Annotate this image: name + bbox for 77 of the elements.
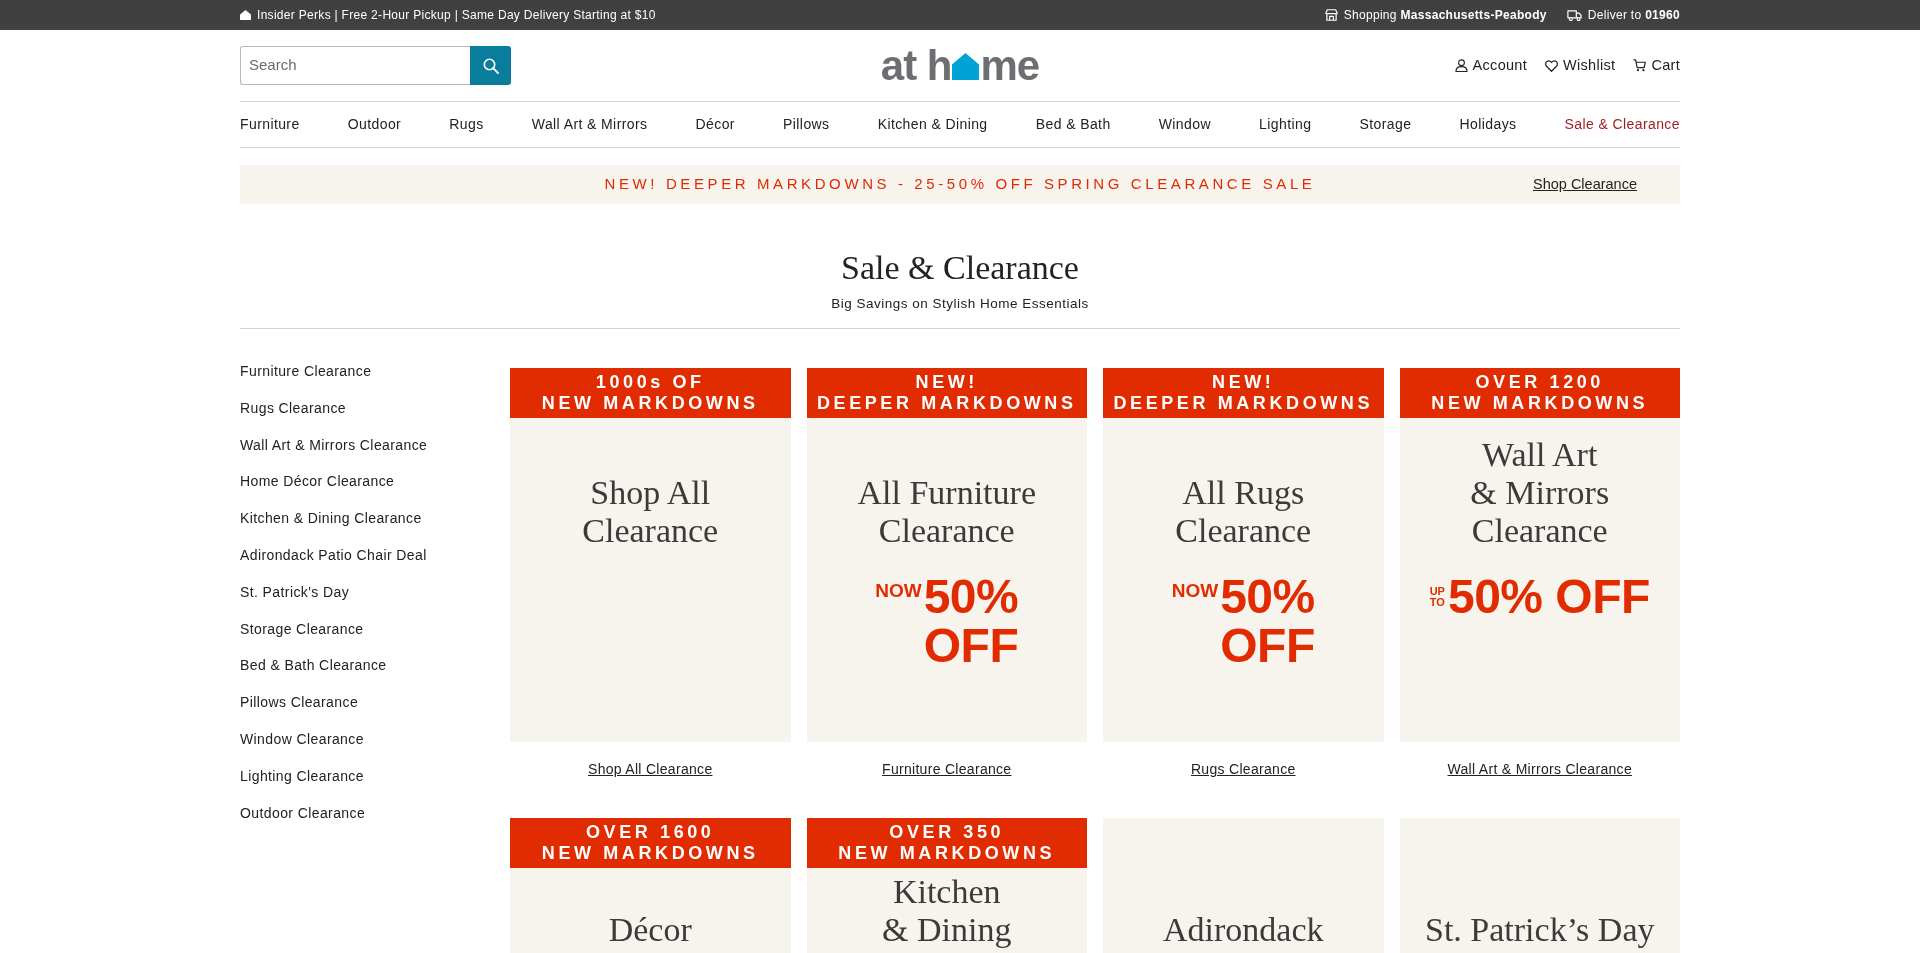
tile-title: Kitchen & Dining <box>882 873 1012 949</box>
search-button[interactable] <box>470 46 511 85</box>
cart-link[interactable]: Cart <box>1633 54 1680 77</box>
tile-title: All Rugs Clearance <box>1175 474 1312 550</box>
tile-title: St. Patrick’s Day <box>1425 911 1655 949</box>
offer-amount: 50% OFF <box>1220 572 1315 670</box>
promo-tile[interactable]: Adirondack <box>1103 818 1384 953</box>
sidebar-link[interactable]: Furniture Clearance <box>240 361 372 381</box>
nav-link[interactable]: Kitchen & Dining <box>877 114 988 135</box>
offer-amount: 50% OFF <box>923 572 1019 670</box>
tile-title: Wall Art & Mirrors Clearance <box>1470 436 1610 550</box>
nav-link[interactable]: Lighting <box>1259 114 1312 135</box>
house-icon <box>240 10 251 20</box>
offer-prefix: NOW <box>875 581 922 601</box>
tile-link[interactable]: Shop All Clearance <box>588 759 713 779</box>
tile-link[interactable]: Rugs Clearance <box>1190 759 1296 779</box>
truck-icon <box>1566 9 1582 21</box>
tile-title: Décor <box>608 911 692 949</box>
sidebar-link[interactable]: St. Patrick's Day <box>240 581 350 602</box>
sidebar-link[interactable]: Lighting Clearance <box>240 765 364 786</box>
heart-icon <box>1545 59 1559 72</box>
markdown-banner: OVER 350 NEW MARKDOWNS <box>806 818 1087 868</box>
sidebar-link[interactable]: Kitchen & Dining Clearance <box>240 508 422 529</box>
search-icon <box>482 57 499 74</box>
markdown-banner: OVER 1200 NEW MARKDOWNS <box>1399 368 1680 418</box>
promo-tile[interactable]: St. Patrick’s Day <box>1399 818 1680 953</box>
house-icon[interactable] <box>952 52 980 80</box>
tile-title: Shop All Clearance <box>582 474 719 550</box>
markdown-banner: OVER 1600 NEW MARKDOWNS <box>510 818 791 868</box>
sidebar-link[interactable]: Window Clearance <box>240 728 364 749</box>
search-field[interactable]: Search <box>240 46 470 85</box>
page-subtitle: Big Savings on Stylish Home Essentials <box>831 295 1089 313</box>
nav-link[interactable]: Sale & Clearance <box>1564 114 1680 135</box>
promo-message: NEW! DEEPER MARKDOWNS - 25-50% OFF SPRING CLEARANCE SALE <box>604 174 1316 195</box>
shop-clearance-link[interactable]: Shop Clearance <box>1533 173 1637 196</box>
logo-text[interactable]: at h <box>880 44 952 87</box>
cart-icon <box>1633 59 1647 72</box>
markdown-banner: NEW! DEEPER MARKDOWNS <box>1103 368 1384 418</box>
promo-tile[interactable]: OVER 1600 NEW MARKDOWNS Décor <box>510 818 791 953</box>
logo-text[interactable]: me <box>980 44 1040 87</box>
nav-link[interactable]: Pillows <box>783 114 830 135</box>
tile-title: All Furniture Clearance <box>857 474 1036 550</box>
markdown-banner: NEW! DEEPER MARKDOWNS <box>806 368 1087 418</box>
account-link[interactable]: Account <box>1454 54 1528 77</box>
sidebar-link[interactable]: Bed & Bath Clearance <box>240 655 387 676</box>
tile-title: Adirondack <box>1163 911 1324 949</box>
markdown-banner: 1000s OF NEW MARKDOWNS <box>510 368 791 418</box>
store-icon <box>1324 9 1338 21</box>
nav-link[interactable]: Décor <box>695 114 735 135</box>
nav-link[interactable]: Window <box>1158 114 1211 135</box>
sidebar-link[interactable]: Rugs Clearance <box>240 397 346 418</box>
offer-prefix: NOW <box>1171 581 1219 601</box>
person-icon <box>1454 59 1468 72</box>
sidebar-link[interactable]: Wall Art & Mirrors Clearance <box>240 434 428 455</box>
promo-tile[interactable]: OVER 350 NEW MARKDOWNS Kitchen & Dining <box>806 818 1087 953</box>
sidebar-link[interactable]: Pillows Clearance <box>240 692 359 713</box>
offer-amount: 50% OFF <box>1447 572 1650 621</box>
sidebar-link[interactable]: Outdoor Clearance <box>240 802 366 823</box>
store-link[interactable]: Shopping Massachusetts-Peabody <box>1343 6 1547 24</box>
sidebar-link[interactable]: Home Décor Clearance <box>240 471 395 492</box>
nav-link[interactable]: Bed & Bath <box>1035 114 1111 135</box>
nav-link[interactable]: Outdoor <box>347 114 402 135</box>
nav-link[interactable]: Storage <box>1359 114 1412 135</box>
nav-link[interactable]: Furniture <box>240 114 300 135</box>
nav-link[interactable]: Holidays <box>1459 114 1517 135</box>
promo-text: Insider Perks | Free 2-Hour Pickup | Same Day Delivery Starting at $10 <box>257 7 656 24</box>
wishlist-link[interactable]: Wishlist <box>1545 54 1616 77</box>
nav-link[interactable]: Rugs <box>449 114 484 135</box>
tile-link[interactable]: Furniture Clearance <box>882 759 1012 779</box>
page-title: Sale & Clearance <box>841 248 1079 288</box>
tile-link[interactable]: Wall Art & Mirrors Clearance <box>1447 759 1632 779</box>
promo-tile[interactable]: 1000s OF NEW MARKDOWNS Shop All Clearance <box>510 368 791 742</box>
sidebar-link[interactable]: Storage Clearance <box>240 618 364 639</box>
offer-prefix: UP TO <box>1429 586 1445 608</box>
sidebar-link[interactable]: Adirondack Patio Chair Deal <box>240 545 427 565</box>
delivery-link[interactable]: Deliver to 01960 <box>1587 6 1680 24</box>
nav-link[interactable]: Wall Art & Mirrors <box>531 114 648 135</box>
